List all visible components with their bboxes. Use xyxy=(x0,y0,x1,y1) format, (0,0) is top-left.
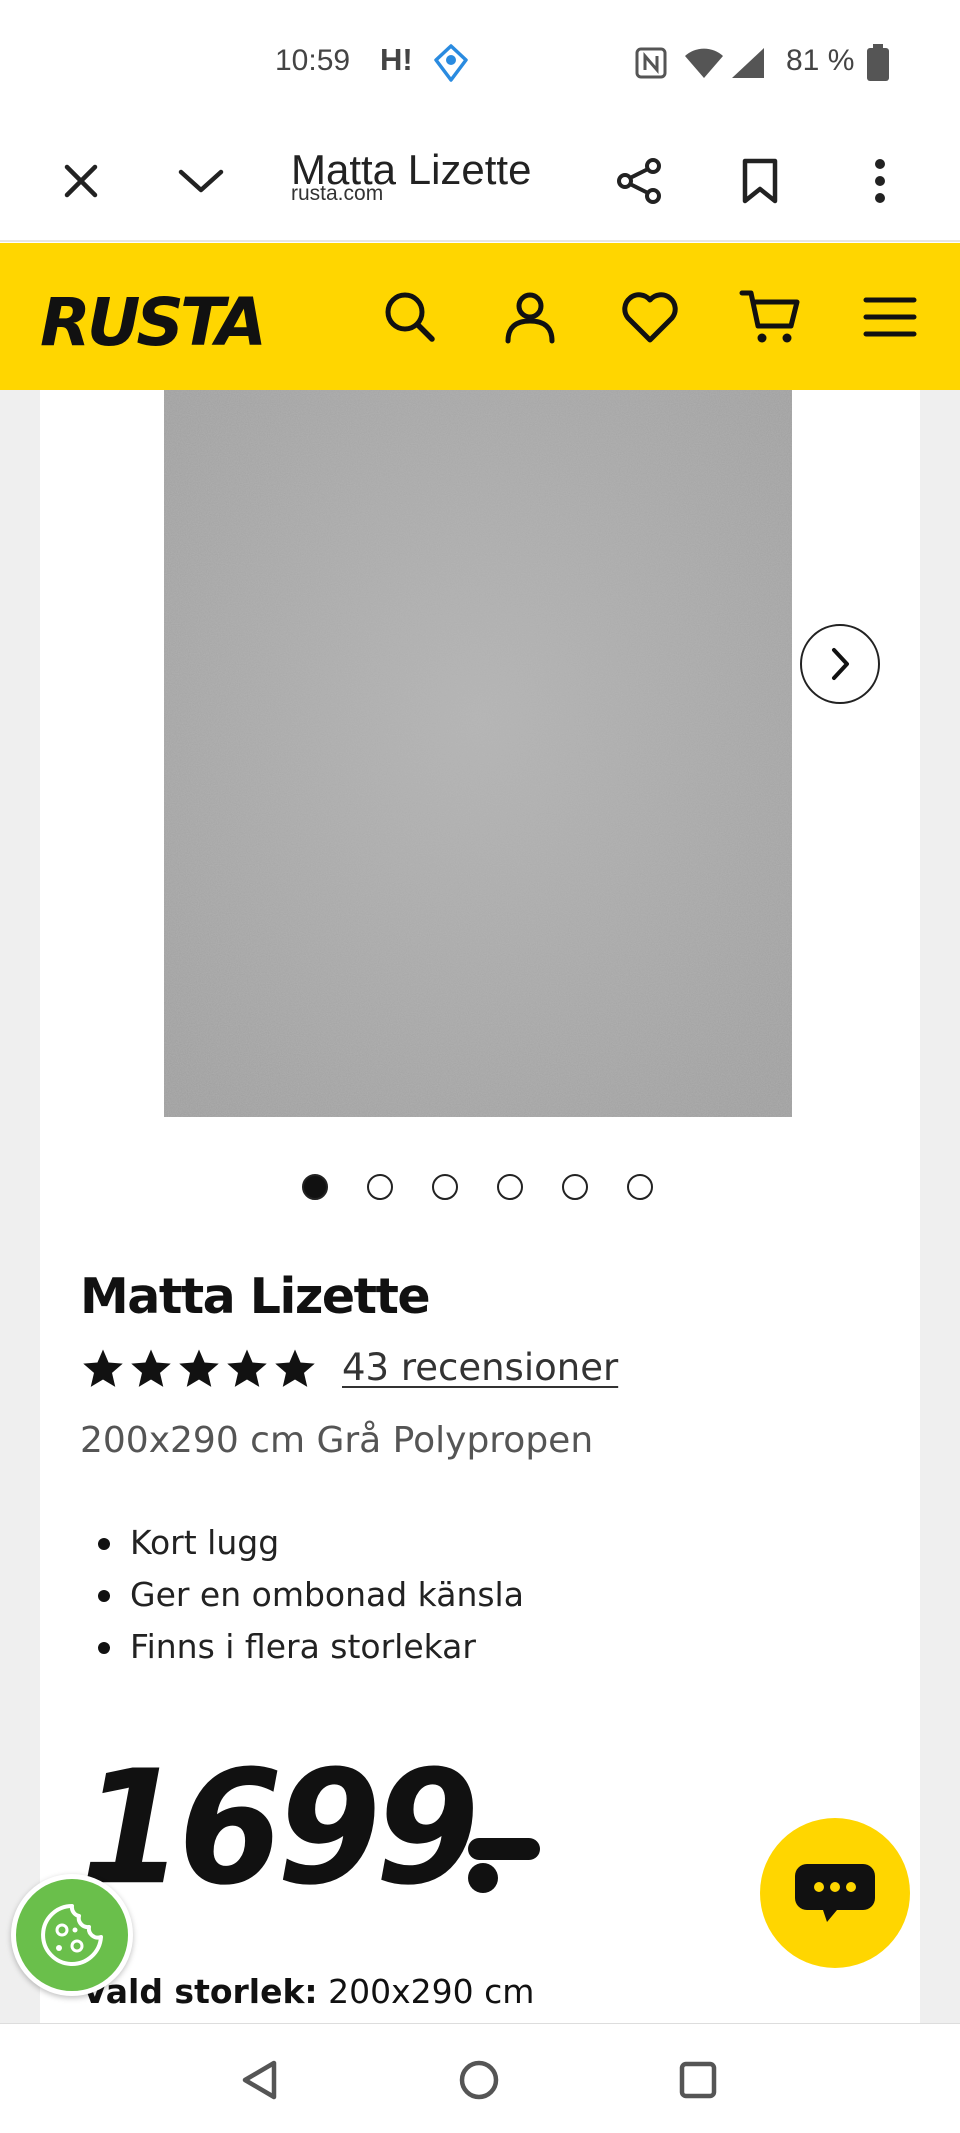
tab-url[interactable]: rusta.com xyxy=(291,182,383,206)
location-pin-icon xyxy=(430,42,472,88)
nfc-icon xyxy=(634,46,668,84)
gallery-next-button[interactable] xyxy=(800,624,880,704)
rusta-logo[interactable]: RUSTA xyxy=(38,283,300,361)
home-icon[interactable] xyxy=(449,2050,509,2110)
carrier-label: H! xyxy=(380,42,413,77)
selected-size-label: Vald storlek: xyxy=(82,1972,318,2011)
gallery-dot[interactable] xyxy=(367,1174,393,1200)
heart-icon[interactable] xyxy=(612,279,688,355)
product-price: 1699 xyxy=(80,1737,479,1921)
browser-toolbar: Matta Lizette rusta.com xyxy=(0,120,960,242)
star-icon xyxy=(179,1349,219,1387)
site-header: RUSTA xyxy=(0,243,960,390)
feature-item: Kort lugg xyxy=(96,1517,524,1569)
chat-button[interactable] xyxy=(760,1818,910,1968)
feature-list: Kort lugg Ger en ombonad känsla Finns i … xyxy=(96,1517,524,1673)
menu-icon[interactable] xyxy=(852,279,928,355)
selected-size: Vald storlek: 200x290 cm xyxy=(82,1972,534,2011)
gallery-dot[interactable] xyxy=(302,1174,328,1200)
reviews-link[interactable]: 43 recensioner xyxy=(342,1346,618,1389)
product-image[interactable] xyxy=(164,390,792,1117)
svg-text:RUSTA: RUSTA xyxy=(40,284,263,353)
chat-bubble-icon xyxy=(795,1864,875,1922)
feature-item: Ger en ombonad känsla xyxy=(96,1569,524,1621)
gallery-dot[interactable] xyxy=(497,1174,523,1200)
gallery-dot[interactable] xyxy=(627,1174,653,1200)
product-title: Matta Lizette xyxy=(80,1268,431,1325)
share-icon[interactable] xyxy=(604,145,676,217)
status-time: 10:59 xyxy=(275,44,351,77)
system-navigation-bar xyxy=(0,2023,960,2133)
feature-item: Finns i flera storlekar xyxy=(96,1621,524,1673)
battery-icon xyxy=(866,44,890,86)
wifi-icon xyxy=(683,46,725,84)
signal-icon xyxy=(730,46,766,84)
bookmark-icon[interactable] xyxy=(724,145,796,217)
cookie-icon xyxy=(41,1904,103,1966)
rating-stars[interactable] xyxy=(80,1346,318,1392)
gallery-dot[interactable] xyxy=(562,1174,588,1200)
gallery-dot[interactable] xyxy=(432,1174,458,1200)
search-icon[interactable] xyxy=(372,279,448,355)
cookie-settings-button[interactable] xyxy=(11,1874,133,1996)
selected-size-value: 200x290 cm xyxy=(328,1972,535,2011)
account-icon[interactable] xyxy=(492,279,568,355)
gallery-pagination xyxy=(302,1174,653,1204)
product-variant: 200x290 cm Grå Polypropen xyxy=(80,1420,594,1461)
cart-icon[interactable] xyxy=(732,279,808,355)
star-icon xyxy=(227,1349,267,1387)
more-vert-icon[interactable] xyxy=(844,145,916,217)
recents-icon[interactable] xyxy=(668,2050,728,2110)
star-icon xyxy=(131,1349,171,1387)
star-icon xyxy=(83,1349,123,1387)
close-icon[interactable] xyxy=(45,145,117,217)
chevron-down-icon[interactable] xyxy=(165,145,237,217)
battery-percent: 81 % xyxy=(786,44,855,77)
status-bar: 10:59 H! 81 % xyxy=(0,0,960,120)
price-dash-icon xyxy=(466,1836,542,1904)
back-icon[interactable] xyxy=(230,2050,290,2110)
star-icon xyxy=(275,1349,315,1387)
